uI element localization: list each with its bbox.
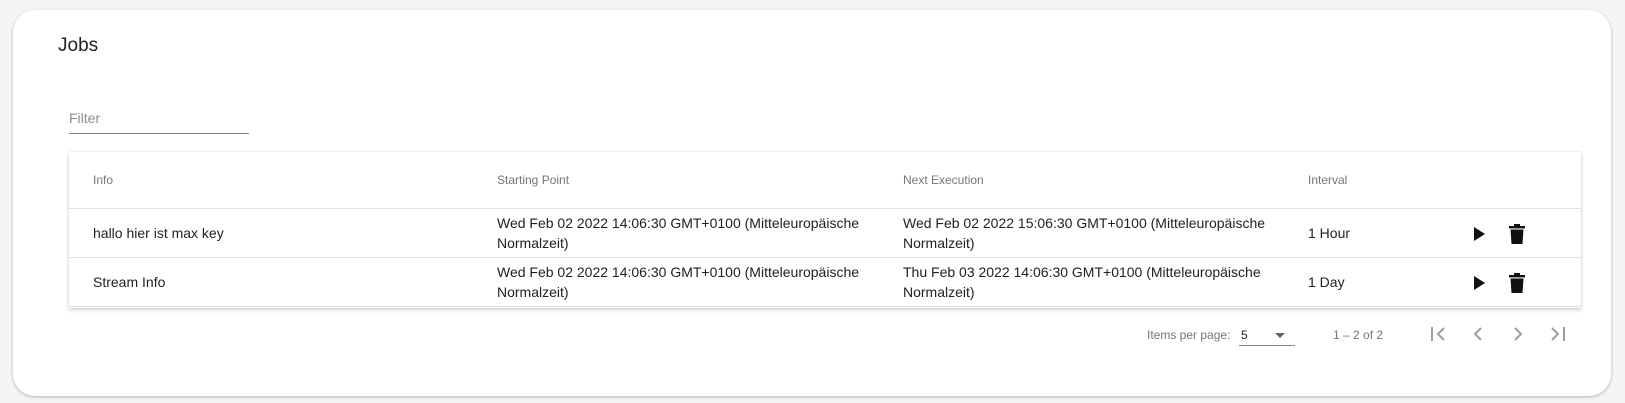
jobs-table: Info Starting Point Next Execution Inter… <box>69 152 1581 308</box>
cell-starting-point-line1: Wed Feb 02 2022 14:06:30 GMT+0100 (Mitte… <box>497 215 860 231</box>
cell-interval: 1 Day <box>1308 274 1345 290</box>
cell-info: hallo hier ist max key <box>93 225 224 241</box>
page-range-label: 1 – 2 of 2 <box>1333 328 1384 342</box>
cell-starting-point-line2: Normalzeit) <box>497 284 569 300</box>
cell-next-execution: Thu Feb 03 2022 14:06:30 GMT+0100 (Mitte… <box>903 262 1273 302</box>
header-next-execution[interactable]: Next Execution <box>903 173 984 187</box>
filter-input[interactable] <box>69 107 249 134</box>
last-page-icon <box>1551 327 1565 341</box>
cell-next-execution: Wed Feb 02 2022 15:06:30 GMT+0100 (Mitte… <box>903 213 1273 253</box>
paginator: Items per page: 5 1 – 2 of 2 <box>69 316 1581 356</box>
cell-next-execution-line1: Thu Feb 03 2022 14:06:30 GMT+0100 (Mitte… <box>903 264 1261 280</box>
cell-starting-point-line2: Normalzeit) <box>497 235 569 251</box>
delete-icon <box>1509 224 1525 244</box>
header-info[interactable]: Info <box>93 173 113 187</box>
table-row: hallo hier ist max key Wed Feb 02 2022 1… <box>69 209 1581 258</box>
delete-job-button[interactable] <box>1506 272 1528 294</box>
cell-starting-point: Wed Feb 02 2022 14:06:30 GMT+0100 (Mitte… <box>497 262 867 302</box>
cell-interval: 1 Hour <box>1308 225 1351 241</box>
items-per-page-label: Items per page: <box>1147 328 1231 342</box>
items-per-page-select[interactable]: 5 <box>1239 322 1295 346</box>
play-icon <box>1474 276 1485 290</box>
cell-next-execution-line2: Normalzeit) <box>903 284 975 300</box>
first-page-button[interactable] <box>1424 320 1452 348</box>
last-page-button[interactable] <box>1544 320 1572 348</box>
table-row: Stream Info Wed Feb 02 2022 14:06:30 GMT… <box>69 258 1581 307</box>
header-interval[interactable]: Interval <box>1308 173 1347 187</box>
next-page-icon <box>1514 327 1523 341</box>
run-job-button[interactable] <box>1468 223 1490 245</box>
run-job-button[interactable] <box>1468 272 1490 294</box>
play-icon <box>1474 227 1485 241</box>
delete-icon <box>1509 273 1525 293</box>
next-page-button[interactable] <box>1504 320 1532 348</box>
previous-page-icon <box>1473 327 1482 341</box>
items-per-page-value: 5 <box>1241 328 1248 342</box>
cell-starting-point-line1: Wed Feb 02 2022 14:06:30 GMT+0100 (Mitte… <box>497 264 860 280</box>
first-page-icon <box>1431 327 1445 341</box>
card-title: Jobs <box>58 35 99 56</box>
cell-info: Stream Info <box>93 274 166 290</box>
table-header-row: Info Starting Point Next Execution Inter… <box>69 152 1581 209</box>
cell-next-execution-line2: Normalzeit) <box>903 235 975 251</box>
chevron-down-icon <box>1275 333 1285 338</box>
header-starting-point[interactable]: Starting Point <box>497 173 569 187</box>
jobs-card: Jobs Info Starting Point Next Execution … <box>13 10 1611 396</box>
previous-page-button[interactable] <box>1464 320 1492 348</box>
cell-starting-point: Wed Feb 02 2022 14:06:30 GMT+0100 (Mitte… <box>497 213 867 253</box>
cell-next-execution-line1: Wed Feb 02 2022 15:06:30 GMT+0100 (Mitte… <box>903 215 1266 231</box>
delete-job-button[interactable] <box>1506 223 1528 245</box>
